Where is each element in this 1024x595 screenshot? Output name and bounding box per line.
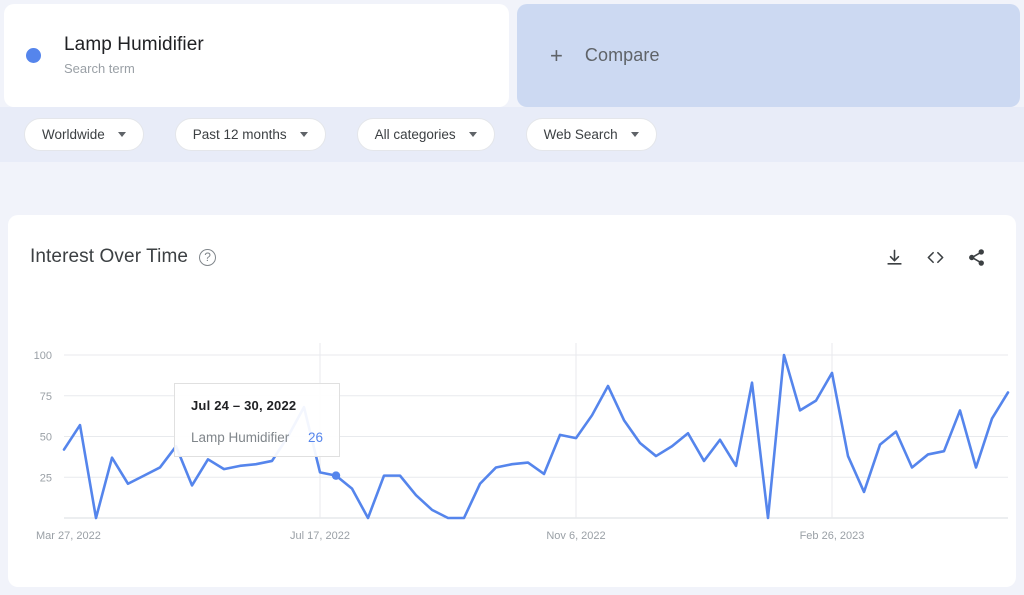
series-color-dot	[26, 48, 41, 63]
filter-location-label: Worldwide	[42, 127, 105, 142]
filter-category[interactable]: All categories	[356, 118, 495, 151]
interest-over-time-chart[interactable]: 25 50 75 100 Mar 27, 2022 Jul 17, 2022 Nov 6, …	[8, 333, 1016, 563]
filter-search-type[interactable]: Web Search	[525, 118, 657, 151]
compare-label: Compare	[584, 45, 660, 65]
tooltip-date: Jul 24 – 30, 2022	[191, 398, 297, 413]
filter-category-label: All categories	[374, 127, 456, 142]
embed-icon[interactable]	[926, 248, 945, 267]
tooltip-series-name: Lamp Humidifier	[191, 430, 290, 445]
chevron-down-icon	[468, 132, 477, 137]
search-term-title: Lamp Humidifier	[64, 33, 204, 55]
search-term-subtitle: Search term	[64, 60, 135, 76]
plus-icon: +	[550, 42, 563, 68]
download-icon[interactable]	[885, 248, 904, 267]
chevron-down-icon	[117, 132, 126, 137]
chart-actions	[885, 248, 986, 267]
share-icon[interactable]	[967, 248, 986, 267]
filter-timerange-label: Past 12 months	[192, 127, 287, 142]
help-icon[interactable]: ?	[199, 248, 217, 266]
search-term-texts: Lamp Humidifier Search term	[64, 33, 204, 79]
chevron-down-icon	[630, 132, 639, 137]
chart-header: Interest Over Time ?	[8, 215, 1016, 268]
y-axis-tick-label: 75	[40, 391, 52, 403]
x-axis-tick-label: Jul 17, 2022	[290, 530, 350, 542]
filter-timerange[interactable]: Past 12 months	[174, 118, 326, 151]
tooltip-series-value: 26	[307, 430, 323, 445]
filter-search-type-label: Web Search	[543, 127, 618, 142]
x-axis-tick-label: Nov 6, 2022	[546, 530, 605, 542]
filter-location[interactable]: Worldwide	[24, 118, 144, 151]
search-term-row: Lamp Humidifier Search term + Compare	[0, 0, 1024, 107]
x-axis-tick-label: Feb 26, 2023	[800, 530, 865, 542]
chevron-down-icon	[299, 132, 308, 137]
chart-tooltip: Jul 24 – 30, 2022 Lamp Humidifier 26	[174, 383, 340, 457]
highlighted-data-point	[331, 471, 341, 480]
chart-svg: 25 50 75 100 Mar 27, 2022 Jul 17, 2022 Nov 6, …	[34, 343, 1010, 542]
tooltip-series-row: Lamp Humidifier 26	[191, 430, 323, 445]
compare-button[interactable]: + Compare	[517, 4, 1020, 107]
search-term-card[interactable]: Lamp Humidifier Search term	[4, 4, 509, 107]
page-title: Interest Over Time	[30, 246, 189, 267]
x-axis-tick-label: Mar 27, 2022	[36, 530, 101, 542]
interest-over-time-card: Interest Over Time ? 25 50 75 100 Mar 27…	[8, 215, 1016, 587]
y-axis-tick-label: 50	[40, 432, 52, 444]
filter-bar: Worldwide Past 12 months All categories …	[0, 107, 1024, 162]
y-axis-tick-label: 100	[34, 350, 52, 362]
y-axis-tick-label: 25	[40, 472, 52, 484]
